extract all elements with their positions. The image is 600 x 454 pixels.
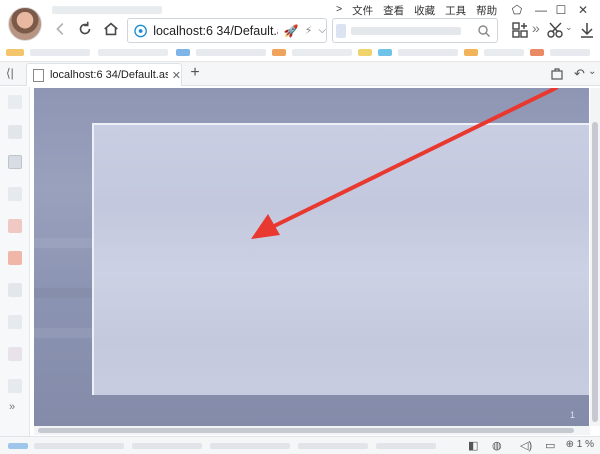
maximize-button[interactable]: ☐	[552, 3, 570, 17]
sidebar-app-icon[interactable]	[8, 219, 22, 233]
favorite-item[interactable]	[464, 49, 478, 56]
menu-chevron[interactable]: >	[336, 3, 342, 18]
horizontal-scroll-thumb[interactable]	[38, 428, 574, 433]
tab-label: localhost:6 34/Default.asp	[49, 69, 168, 81]
arrow-shaft	[262, 88, 558, 233]
rocket-icon[interactable]: 🚀	[284, 24, 299, 38]
menu-bar: > 文件 查看 收藏 工具 帮助	[336, 3, 507, 18]
favorite-item[interactable]	[358, 49, 372, 56]
undo-dropdown-icon[interactable]: ⌄	[588, 66, 596, 77]
back-button[interactable]	[50, 18, 72, 40]
favorites-bar	[0, 44, 600, 60]
skin-icon[interactable]: ⬠	[508, 3, 526, 17]
sidebar-app-icon[interactable]	[8, 315, 22, 329]
sidebar-app-icon[interactable]	[8, 283, 22, 297]
undo-button[interactable]: ↶	[574, 66, 585, 82]
status-bar: ◧ ◍ ◁) ▭ ⊕ 1 %	[0, 436, 600, 454]
security-shield-icon	[134, 24, 147, 37]
menu-item-file[interactable]: 文件	[352, 3, 373, 18]
volume-icon[interactable]: ◁)	[520, 439, 532, 452]
refresh-button[interactable]	[74, 18, 96, 40]
search-engine-icon[interactable]	[336, 24, 346, 38]
refresh-icon	[79, 21, 91, 35]
favorite-item[interactable]	[30, 49, 90, 56]
left-sidebar: »	[0, 87, 30, 437]
browser-toolbar: > 文件 查看 收藏 工具 帮助 ⬠ — ☐ ✕ localhost:6 34/…	[0, 0, 600, 62]
favorite-item[interactable]	[530, 49, 544, 56]
address-dropdown-icon[interactable]: ⌵	[318, 25, 326, 36]
close-window-button[interactable]: ✕	[574, 3, 592, 17]
vertical-scrollbar[interactable]	[590, 88, 600, 426]
sidebar-app-icon[interactable]	[8, 347, 22, 361]
headset-icon[interactable]: ◍	[492, 439, 502, 452]
scissors-icon[interactable]	[546, 20, 566, 40]
tab-strip: ⟨| localhost:6 34/Default.asp ✕ + ↶ ⌄	[0, 62, 600, 86]
menu-item-help[interactable]: 帮助	[476, 3, 497, 18]
page-icon	[33, 68, 44, 82]
scissors-dropdown-icon[interactable]: ⌄	[565, 22, 573, 33]
window-icon[interactable]: ▭	[545, 439, 555, 452]
new-tab-button[interactable]: +	[187, 64, 203, 82]
back-icon	[56, 23, 64, 35]
more-chevrons-icon[interactable]: »	[532, 20, 540, 36]
favorite-item[interactable]	[272, 49, 286, 56]
address-url[interactable]: localhost:6 34/Default.as	[153, 24, 278, 38]
status-text-blurred	[298, 443, 368, 449]
sidebar-app-icon[interactable]	[8, 187, 22, 201]
menu-item-view[interactable]: 查看	[383, 3, 404, 18]
search-input[interactable]	[332, 18, 498, 43]
close-tab-icon[interactable]: ✕	[172, 69, 181, 82]
status-text-blurred	[34, 443, 124, 449]
page-content: 1	[34, 88, 589, 426]
search-icon[interactable]	[477, 24, 491, 38]
sidebar-app-icon[interactable]	[8, 251, 22, 265]
extensions-grid-icon[interactable]	[510, 20, 530, 40]
menu-item-favorites[interactable]: 收藏	[414, 3, 435, 18]
favorite-item[interactable]	[550, 49, 590, 56]
favorite-item[interactable]	[98, 49, 168, 56]
home-button[interactable]	[100, 18, 122, 40]
address-bar[interactable]: localhost:6 34/Default.as 🚀 ⚡ ⌵	[127, 18, 327, 43]
horizontal-scrollbar[interactable]	[34, 426, 590, 435]
page-number: 1	[569, 410, 575, 420]
favorite-item[interactable]	[484, 49, 524, 56]
status-icon[interactable]: ◧	[468, 439, 478, 452]
favorite-item[interactable]	[196, 49, 266, 56]
zoom-value: 1 %	[576, 439, 594, 450]
favorite-item[interactable]	[292, 49, 352, 56]
zoom-icon: ⊕	[565, 439, 574, 450]
favorite-item[interactable]	[378, 49, 392, 56]
sidebar-app-icon[interactable]	[8, 379, 22, 393]
favorite-item[interactable]	[6, 49, 24, 56]
status-text-blurred	[8, 443, 28, 449]
vertical-scroll-thumb[interactable]	[592, 122, 598, 422]
bolt-icon[interactable]: ⚡	[305, 24, 313, 37]
tab-default-aspx[interactable]: localhost:6 34/Default.asp ✕	[26, 63, 182, 86]
zoom-level[interactable]: ⊕ 1 %	[566, 439, 594, 450]
status-text-blurred	[376, 443, 436, 449]
annotation-arrow	[251, 88, 558, 239]
user-avatar[interactable]	[8, 7, 42, 41]
search-placeholder-blurred	[351, 27, 461, 35]
bag-icon[interactable]	[550, 67, 564, 81]
minimize-button[interactable]: —	[532, 3, 550, 17]
download-icon[interactable]	[577, 20, 597, 40]
favorite-item[interactable]	[176, 49, 190, 56]
sidebar-app-icon[interactable]	[8, 95, 22, 109]
favorite-item[interactable]	[398, 49, 458, 56]
menu-item-tools[interactable]: 工具	[445, 3, 466, 18]
sidebar-app-icon[interactable]	[8, 155, 22, 169]
status-text-blurred	[210, 443, 290, 449]
status-text-blurred	[132, 443, 202, 449]
sidebar-toggle-button[interactable]: ⟨|	[6, 66, 14, 80]
home-icon	[104, 22, 118, 36]
sidebar-app-icon[interactable]	[8, 125, 22, 139]
sidebar-expand-icon[interactable]: »	[9, 401, 15, 413]
account-name-blurred	[52, 6, 162, 14]
